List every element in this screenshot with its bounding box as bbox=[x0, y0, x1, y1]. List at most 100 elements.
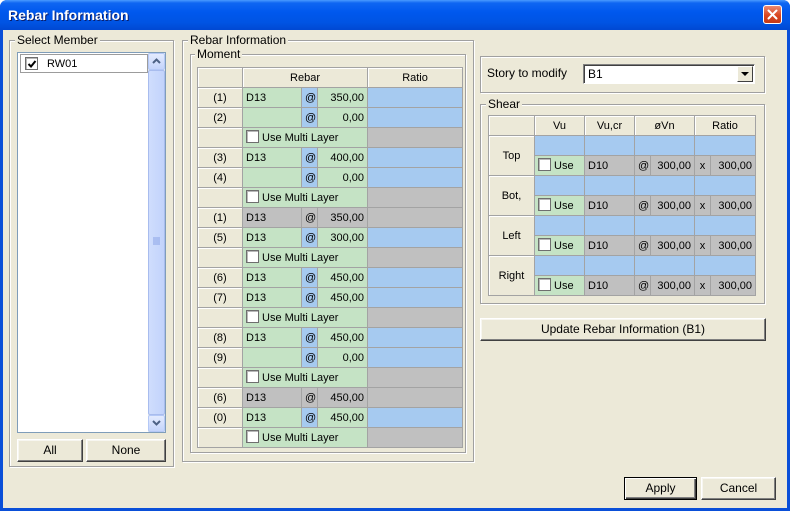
ratio-cell bbox=[694, 255, 756, 276]
bar-diameter-cell[interactable]: D13 bbox=[242, 87, 302, 108]
x-symbol-cell: x bbox=[694, 275, 711, 296]
multi-layer-cell[interactable]: Use Multi Layer bbox=[241, 307, 369, 328]
row-label: (5) bbox=[197, 227, 243, 248]
ratio-cell bbox=[367, 127, 464, 148]
bar-spacing-cell[interactable]: 450,00 bbox=[316, 407, 369, 428]
multi-layer-row: Use Multi Layer bbox=[197, 307, 464, 328]
dropdown-arrow-icon bbox=[741, 72, 749, 76]
use-checkbox[interactable] bbox=[538, 158, 551, 172]
vu-cell bbox=[534, 255, 585, 276]
apply-button[interactable]: Apply bbox=[624, 477, 697, 500]
use-checkbox[interactable] bbox=[538, 278, 551, 292]
x-symbol-cell: x bbox=[694, 195, 711, 216]
bar-diameter-cell[interactable] bbox=[242, 107, 302, 128]
corner-header-cell bbox=[488, 115, 535, 136]
ratio-cell bbox=[367, 267, 464, 288]
cancel-button[interactable]: Cancel bbox=[701, 477, 776, 500]
multi-layer-checkbox[interactable] bbox=[246, 310, 259, 324]
multi-layer-checkbox[interactable] bbox=[246, 250, 259, 264]
scroll-down-button[interactable] bbox=[148, 415, 165, 432]
close-button[interactable] bbox=[763, 5, 782, 24]
multi-layer-cell[interactable]: Use Multi Layer bbox=[241, 247, 369, 268]
story-dropdown[interactable]: B1 bbox=[583, 64, 755, 84]
moment-bar-row: (5) D13 @ 300,00 bbox=[197, 227, 464, 248]
ratio-cell bbox=[367, 407, 464, 428]
x-symbol-cell: x bbox=[694, 235, 711, 256]
update-rebar-information-button[interactable]: Update Rebar Information (B1) bbox=[480, 318, 766, 341]
scroll-thumb[interactable] bbox=[148, 70, 165, 415]
bar-spacing-cell[interactable]: 0,00 bbox=[316, 107, 369, 128]
stirrup-spacing-cell: 300,00 bbox=[650, 195, 695, 216]
at-symbol-cell: @ bbox=[301, 167, 318, 188]
bar-spacing-cell[interactable]: 450,00 bbox=[316, 267, 369, 288]
vucr-cell bbox=[584, 175, 635, 196]
bar-diameter-cell[interactable]: D13 bbox=[242, 407, 302, 428]
bar-spacing-cell[interactable]: 0,00 bbox=[316, 167, 369, 188]
bar-diameter-cell[interactable] bbox=[242, 347, 302, 368]
ratio-cell bbox=[367, 287, 464, 308]
select-none-button[interactable]: None bbox=[86, 439, 166, 462]
multi-layer-checkbox[interactable] bbox=[246, 370, 259, 384]
multi-layer-cell[interactable]: Use Multi Layer bbox=[241, 367, 369, 388]
bar-spacing-cell[interactable]: 0,00 bbox=[316, 347, 369, 368]
scroll-up-arrow-icon bbox=[152, 58, 161, 64]
bar-diameter-cell[interactable] bbox=[242, 167, 302, 188]
multi-layer-checkbox[interactable] bbox=[246, 130, 259, 144]
bar-diameter-cell[interactable]: D13 bbox=[242, 287, 302, 308]
bar-spacing-cell[interactable]: 400,00 bbox=[316, 147, 369, 168]
shear-result-row: Right bbox=[488, 255, 756, 296]
multi-layer-row: Use Multi Layer bbox=[197, 427, 464, 448]
multi-layer-cell[interactable]: Use Multi Layer bbox=[241, 187, 369, 208]
row-label: (3) bbox=[197, 147, 243, 168]
use-checkbox[interactable] bbox=[538, 238, 551, 252]
row-label: (4) bbox=[197, 167, 243, 188]
multi-layer-checkbox[interactable] bbox=[246, 190, 259, 204]
row-label: (6) bbox=[197, 387, 243, 408]
ratio-cell bbox=[367, 227, 464, 248]
multi-layer-label: Use Multi Layer bbox=[262, 431, 339, 444]
row-label bbox=[197, 127, 243, 148]
moment-bar-row: (2) @ 0,00 bbox=[197, 107, 464, 128]
select-all-button[interactable]: All bbox=[17, 439, 83, 462]
row-label: (1) bbox=[197, 87, 243, 108]
multi-layer-cell[interactable]: Use Multi Layer bbox=[241, 427, 369, 448]
member-list-scrollbar[interactable] bbox=[148, 53, 165, 432]
bar-diameter-cell[interactable]: D13 bbox=[242, 147, 302, 168]
row-label bbox=[197, 367, 243, 388]
use-cell[interactable]: Use bbox=[534, 155, 585, 176]
bar-spacing-cell[interactable]: 300,00 bbox=[316, 227, 369, 248]
member-checkbox[interactable] bbox=[25, 57, 38, 70]
at-symbol-cell: @ bbox=[301, 227, 318, 248]
vucr-header: Vu,cr bbox=[584, 115, 635, 136]
ratio-cell bbox=[367, 107, 464, 128]
story-dropdown-button[interactable] bbox=[737, 66, 753, 82]
shear-result-row: Top bbox=[488, 135, 756, 176]
bar-diameter-cell[interactable]: D13 bbox=[242, 267, 302, 288]
member-list[interactable]: RW01 bbox=[17, 52, 166, 433]
use-checkbox[interactable] bbox=[538, 198, 551, 212]
scroll-up-button[interactable] bbox=[148, 53, 165, 70]
bar-diameter-cell[interactable]: D13 bbox=[242, 327, 302, 348]
use-cell[interactable]: Use bbox=[534, 195, 585, 216]
row-label: (6) bbox=[197, 267, 243, 288]
shear-label: Shear bbox=[486, 97, 523, 111]
stirrup-dimension-cell: 300,00 bbox=[710, 275, 756, 296]
ratio-cell bbox=[367, 87, 464, 108]
multi-layer-checkbox[interactable] bbox=[246, 430, 259, 444]
multi-layer-cell[interactable]: Use Multi Layer bbox=[241, 127, 369, 148]
use-cell[interactable]: Use bbox=[534, 235, 585, 256]
list-item[interactable]: RW01 bbox=[20, 54, 148, 73]
row-label bbox=[197, 307, 243, 328]
bar-diameter-cell[interactable]: D13 bbox=[242, 227, 302, 248]
bar-spacing-cell[interactable]: 450,00 bbox=[316, 287, 369, 308]
row-label bbox=[197, 187, 243, 208]
moment-bar-row: (8) D13 @ 450,00 bbox=[197, 327, 464, 348]
bar-spacing-cell[interactable]: 350,00 bbox=[316, 87, 369, 108]
row-label: (2) bbox=[197, 107, 243, 128]
use-cell[interactable]: Use bbox=[534, 275, 585, 296]
bar-spacing-cell[interactable]: 450,00 bbox=[316, 327, 369, 348]
bar-diameter-cell: D13 bbox=[242, 207, 302, 228]
ratio-cell bbox=[694, 135, 756, 156]
stirrup-spacing-cell: 300,00 bbox=[650, 275, 695, 296]
vu-cell bbox=[534, 175, 585, 196]
